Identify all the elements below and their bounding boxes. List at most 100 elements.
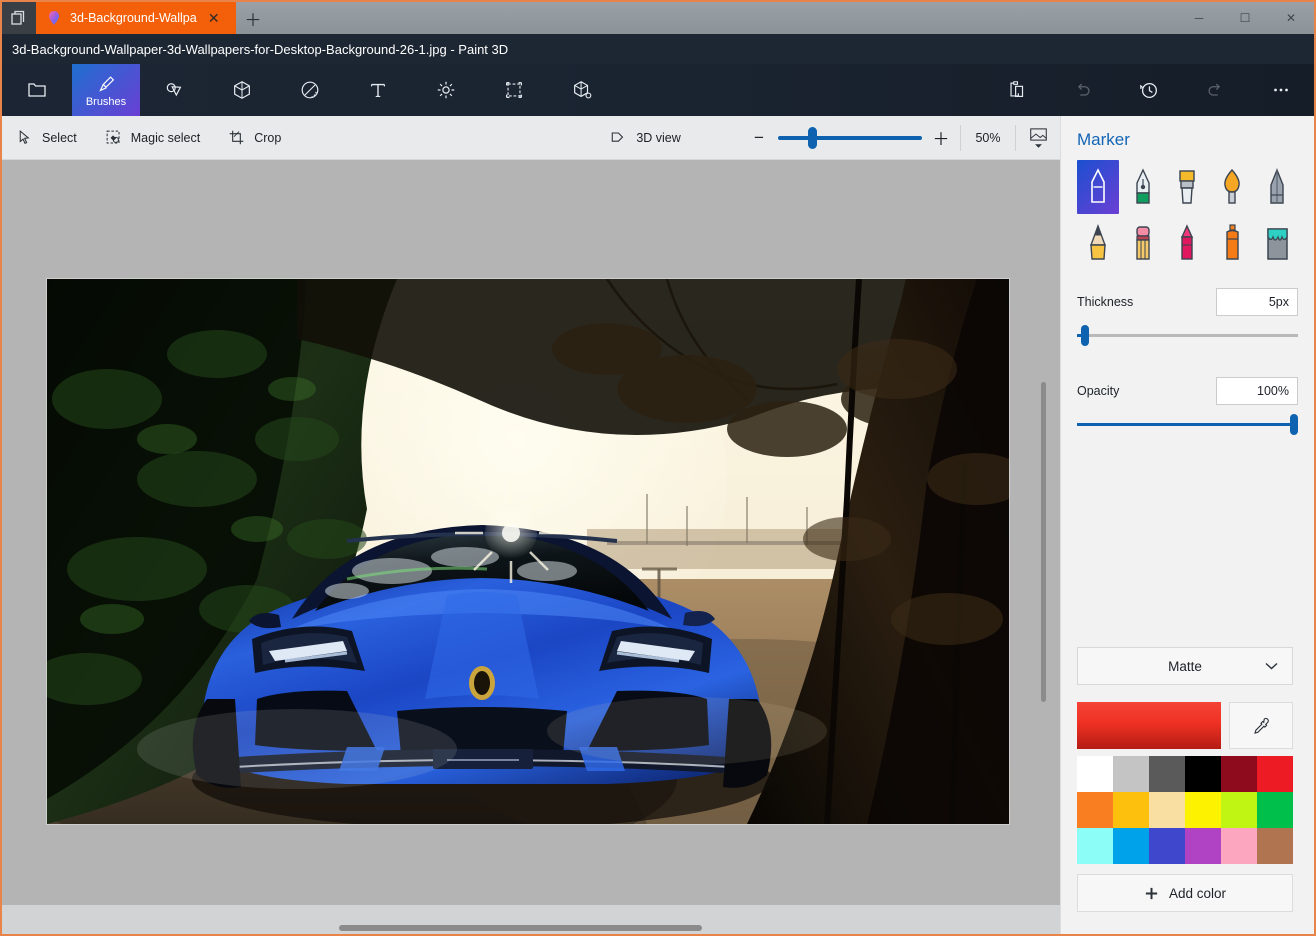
brush-marker[interactable]	[1077, 160, 1119, 214]
fill-icon	[1267, 228, 1288, 260]
close-icon[interactable]: ✕	[1268, 2, 1314, 34]
brush-crayon[interactable]	[1167, 216, 1209, 270]
3d-shapes-icon	[234, 81, 250, 99]
text-icon	[370, 83, 386, 98]
paint3d-window: 3d-Background-Wallpa ✕ ＋ ─ ☐ ✕ 3d-Backgr…	[0, 0, 1316, 936]
brush-pixel-pen[interactable]	[1256, 160, 1298, 214]
swatch-2[interactable]	[1149, 756, 1185, 792]
select-tool-button[interactable]: Select	[2, 116, 91, 160]
vertical-scrollbar[interactable]	[1041, 382, 1046, 702]
swatch-8[interactable]	[1149, 792, 1185, 828]
ribbon-right-tools	[984, 64, 1314, 116]
color-swatches	[1077, 756, 1293, 864]
swatch-6[interactable]	[1077, 792, 1113, 828]
history-button[interactable]	[1116, 64, 1182, 116]
app-title-bar: 3d-Background-Wallpaper-3d-Wallpapers-fo…	[2, 34, 1314, 64]
folder-icon	[28, 83, 46, 97]
swatch-14[interactable]	[1149, 828, 1185, 864]
undo-icon	[1077, 83, 1090, 96]
swatch-9[interactable]	[1185, 792, 1221, 828]
browser-tab-active[interactable]: 3d-Background-Wallpa ✕	[36, 2, 236, 34]
zoom-slider[interactable]	[778, 126, 922, 149]
swatch-15[interactable]	[1185, 828, 1221, 864]
undo-button[interactable]	[1050, 64, 1116, 116]
ribbon-item-stickers[interactable]	[276, 64, 344, 116]
swatch-16[interactable]	[1221, 828, 1257, 864]
brush-watercolor[interactable]	[1211, 160, 1253, 214]
eyedropper-button[interactable]	[1229, 702, 1293, 749]
spray-can-icon	[1226, 224, 1239, 260]
magic-select-icon	[106, 130, 120, 144]
thickness-row: Thickness 5px	[1077, 288, 1298, 316]
opacity-input[interactable]: 100%	[1216, 377, 1298, 405]
fit-to-screen-button[interactable]	[1016, 116, 1060, 160]
material-dropdown[interactable]: Matte	[1077, 647, 1293, 685]
chevron-down-icon	[1034, 143, 1042, 148]
ribbon-item-canvas[interactable]	[480, 64, 548, 116]
swatch-11[interactable]	[1257, 792, 1293, 828]
artboard-image[interactable]	[47, 279, 1009, 824]
swatch-17[interactable]	[1257, 828, 1293, 864]
opacity-slider[interactable]	[1077, 414, 1298, 435]
swatch-5[interactable]	[1257, 756, 1293, 792]
ribbon-item-brushes[interactable]: Brushes	[72, 64, 140, 116]
tab-list-button[interactable]	[2, 2, 36, 34]
brush-calligraphy-pen[interactable]	[1122, 160, 1164, 214]
ribbon-item-text[interactable]	[344, 64, 412, 116]
more-options-button[interactable]	[1248, 64, 1314, 116]
thickness-value: 5px	[1268, 295, 1289, 309]
swatch-3[interactable]	[1185, 756, 1221, 792]
swatch-4[interactable]	[1221, 756, 1257, 792]
brush-spray-can[interactable]	[1211, 216, 1253, 270]
window-controls: ─ ☐ ✕	[1176, 2, 1314, 34]
brush-fill[interactable]	[1256, 216, 1298, 270]
horizontal-scrollbar[interactable]	[339, 925, 702, 931]
swatch-10[interactable]	[1221, 792, 1257, 828]
magic-select-button[interactable]: Magic select	[91, 116, 214, 160]
select-tool-label: Select	[42, 130, 77, 145]
ribbon-item-effects[interactable]	[412, 64, 480, 116]
zoom-in-button[interactable]: ＋	[922, 116, 960, 160]
menu-button[interactable]	[2, 64, 72, 116]
effects-icon	[437, 81, 455, 99]
ribbon-item-3d-shapes[interactable]	[208, 64, 276, 116]
canvas-area[interactable]	[2, 160, 1060, 934]
ribbon-item-3d-library[interactable]	[548, 64, 616, 116]
swatch-7[interactable]	[1113, 792, 1149, 828]
view-3d-button[interactable]: 3D view	[595, 116, 694, 160]
crop-button[interactable]: Crop	[214, 116, 295, 160]
redo-button[interactable]	[1182, 64, 1248, 116]
thickness-input[interactable]: 5px	[1216, 288, 1298, 316]
fit-screen-icon	[1029, 127, 1047, 141]
maximize-icon[interactable]: ☐	[1222, 2, 1268, 34]
swatch-1[interactable]	[1113, 756, 1149, 792]
opacity-slider-thumb[interactable]	[1290, 414, 1298, 435]
zoom-slider-thumb[interactable]	[808, 126, 817, 149]
tab-close-icon[interactable]: ✕	[205, 9, 223, 27]
brush-grid	[1077, 160, 1298, 270]
crop-label: Crop	[254, 130, 282, 145]
brush-eraser[interactable]	[1122, 216, 1164, 270]
canvas-bottom-strip	[2, 905, 1060, 934]
swatch-0[interactable]	[1077, 756, 1113, 792]
add-color-button[interactable]: Add color	[1077, 874, 1293, 912]
brush-oil-brush[interactable]	[1167, 160, 1209, 214]
2d-shapes-icon	[166, 83, 182, 97]
thickness-slider[interactable]	[1077, 325, 1298, 346]
chevron-down-icon	[1265, 662, 1278, 670]
ribbon-item-2d-shapes[interactable]	[140, 64, 208, 116]
zoom-out-button[interactable]: −	[740, 116, 778, 160]
eyedropper-icon	[1254, 717, 1269, 734]
paste-button[interactable]	[984, 64, 1050, 116]
minimize-icon[interactable]: ─	[1176, 2, 1222, 34]
new-tab-button[interactable]: ＋	[236, 2, 270, 34]
pixel-pen-icon	[1270, 168, 1284, 204]
swatch-12[interactable]	[1077, 828, 1113, 864]
brush-pencil[interactable]	[1077, 216, 1119, 270]
current-color-swatch[interactable]	[1077, 702, 1221, 749]
eraser-icon	[1135, 226, 1150, 260]
thickness-slider-thumb[interactable]	[1081, 325, 1089, 346]
brush-icon	[99, 75, 115, 92]
history-icon	[1140, 82, 1157, 98]
swatch-13[interactable]	[1113, 828, 1149, 864]
